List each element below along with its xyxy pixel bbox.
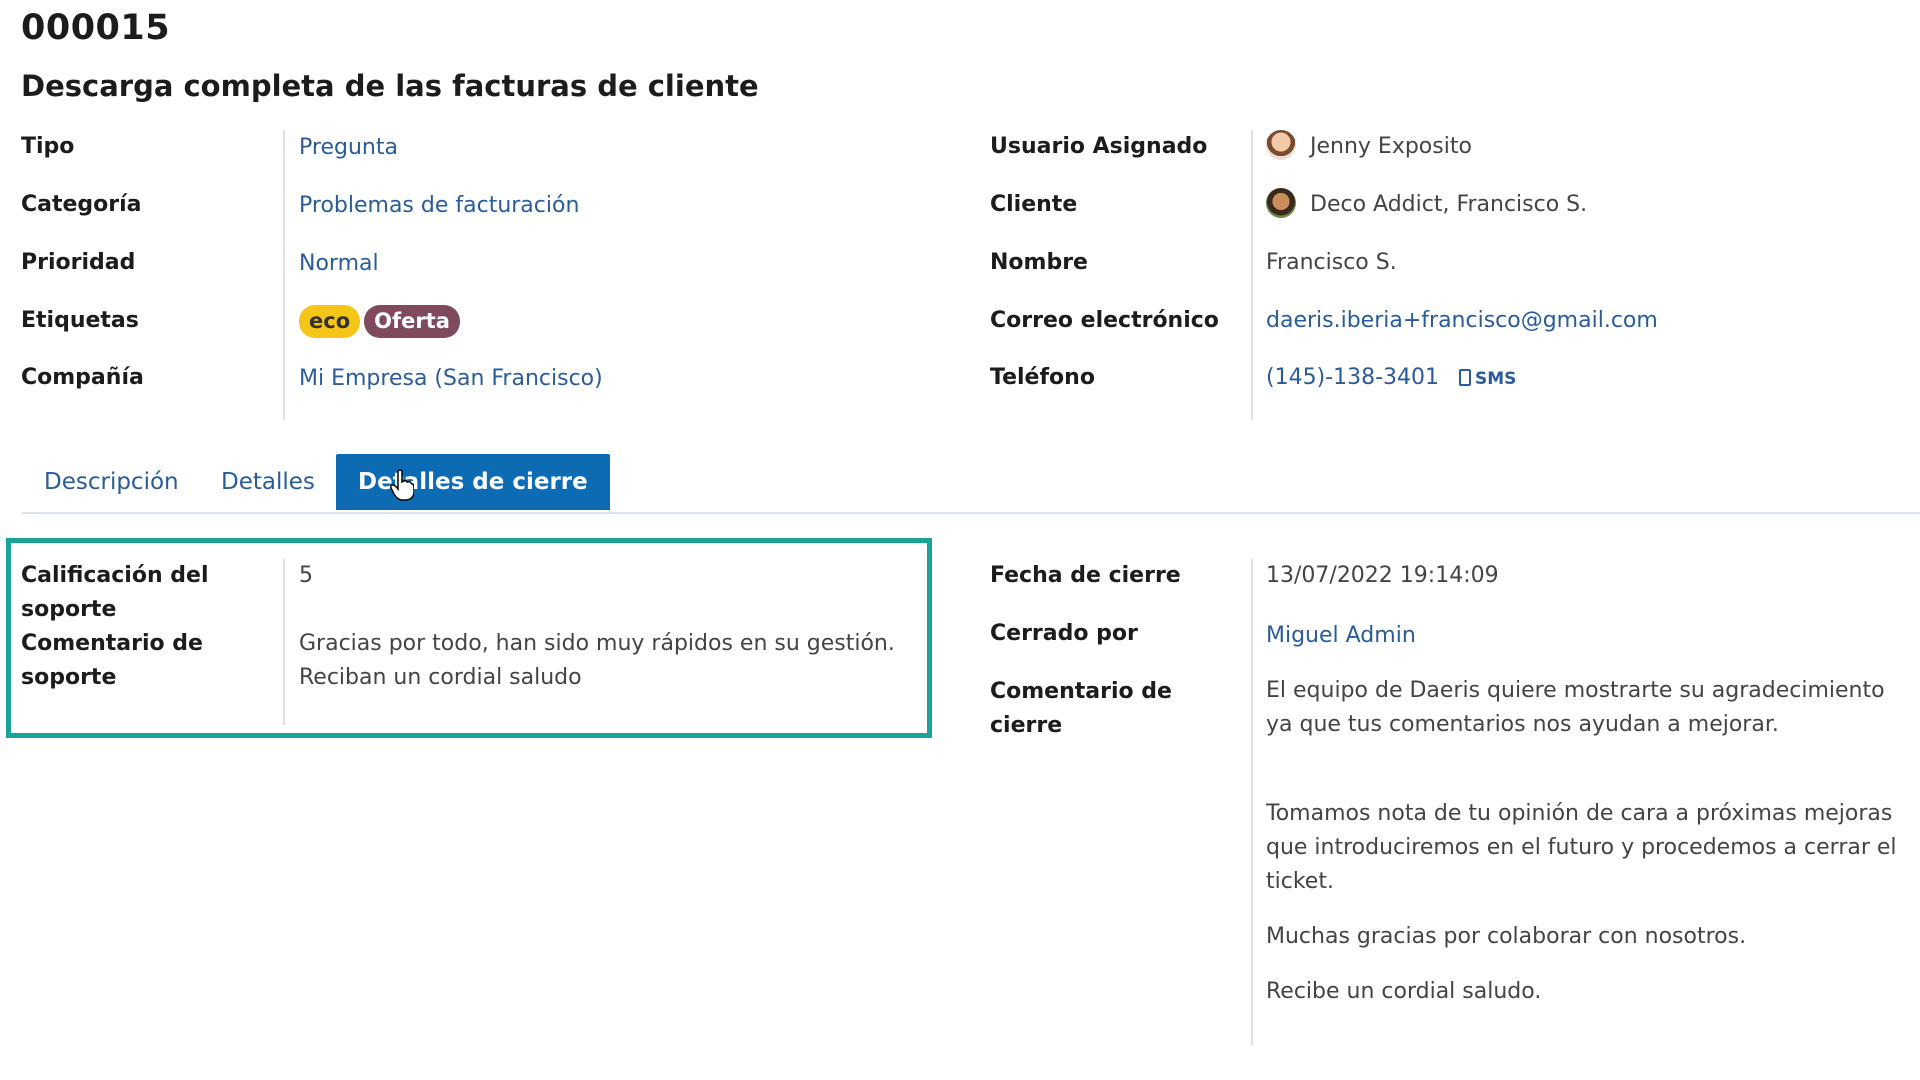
cerrado-por-label: Cerrado por	[990, 621, 1138, 646]
correo-field[interactable]: daeris.iberia+francisco@gmail.com	[1266, 304, 1658, 338]
prioridad-label: Prioridad	[21, 250, 136, 275]
notebook-tabs: Descripción Detalles Detalles de cierre	[22, 454, 1920, 514]
hand-cursor-icon	[390, 469, 414, 501]
comentario-soporte-label: Comentario de soporte	[21, 631, 203, 690]
ticket-reference: 000015	[21, 8, 171, 48]
tab-detalles[interactable]: Detalles	[199, 454, 337, 510]
categoria-field[interactable]: Problemas de facturación	[299, 189, 579, 223]
categoria-label: Categoría	[21, 192, 142, 217]
tag-eco[interactable]: eco	[299, 305, 361, 338]
closing-comment-paragraph[interactable]: Muchas gracias por colaborar con nosotro…	[1266, 920, 1906, 954]
fecha-cierre-label: Fecha de cierre	[990, 563, 1181, 588]
tipo-field[interactable]: Pregunta	[299, 131, 398, 165]
cliente-field[interactable]: Deco Addict, Francisco S.	[1266, 188, 1587, 222]
closing-comment-paragraph[interactable]: El equipo de Daeris quiere mostrarte su …	[1266, 674, 1906, 742]
customer-avatar	[1266, 188, 1296, 218]
etiquetas-label: Etiquetas	[21, 308, 139, 333]
telefono-label: Teléfono	[990, 365, 1095, 390]
tipo-label: Tipo	[21, 134, 75, 159]
cerrado-por-field[interactable]: Miguel Admin	[1266, 619, 1416, 653]
right-field-separator	[1251, 130, 1253, 420]
closing-right-separator	[1251, 559, 1253, 1045]
tab-descripcion[interactable]: Descripción	[22, 454, 201, 510]
sms-label: SMS	[1475, 369, 1517, 389]
compania-field[interactable]: Mi Empresa (San Francisco)	[299, 362, 603, 396]
ticket-title[interactable]: Descarga completa de las facturas de cli…	[21, 69, 759, 103]
usuario-asignado-label: Usuario Asignado	[990, 134, 1208, 159]
correo-label: Correo electrónico	[990, 308, 1219, 333]
nombre-field[interactable]: Francisco S.	[1266, 246, 1397, 280]
comentario-soporte-field[interactable]: Gracias por todo, han sido muy rápidos e…	[299, 627, 895, 695]
closing-comment-paragraph[interactable]: Tomamos nota de tu opinión de cara a pró…	[1266, 797, 1906, 899]
user-avatar	[1266, 130, 1296, 160]
left-field-separator	[283, 130, 285, 420]
sms-button[interactable]: SMS	[1459, 369, 1516, 389]
compania-label: Compañía	[21, 365, 144, 390]
telefono-value[interactable]: (145)-138-3401	[1266, 365, 1439, 390]
etiquetas-field[interactable]: eco Oferta	[299, 305, 464, 339]
closing-left-separator	[283, 559, 285, 725]
tag-oferta[interactable]: Oferta	[364, 305, 460, 338]
telefono-field[interactable]: (145)-138-3401 SMS	[1266, 361, 1516, 396]
usuario-asignado-field[interactable]: Jenny Exposito	[1266, 130, 1472, 164]
mobile-phone-icon	[1459, 369, 1472, 386]
closing-comment-paragraph[interactable]: Recibe un cordial saludo.	[1266, 975, 1906, 1009]
nombre-label: Nombre	[990, 250, 1088, 275]
cliente-label: Cliente	[990, 192, 1078, 217]
tab-detalles-de-cierre[interactable]: Detalles de cierre	[336, 454, 610, 510]
comentario-cierre-label: Comentario de cierre	[990, 679, 1172, 738]
calificacion-field[interactable]: 5	[299, 559, 313, 593]
cliente-value: Deco Addict, Francisco S.	[1310, 192, 1588, 217]
fecha-cierre-field[interactable]: 13/07/2022 19:14:09	[1266, 559, 1499, 593]
prioridad-field[interactable]: Normal	[299, 247, 379, 281]
calificacion-label: Calificación del soporte	[21, 563, 209, 622]
usuario-asignado-value: Jenny Exposito	[1310, 134, 1472, 159]
